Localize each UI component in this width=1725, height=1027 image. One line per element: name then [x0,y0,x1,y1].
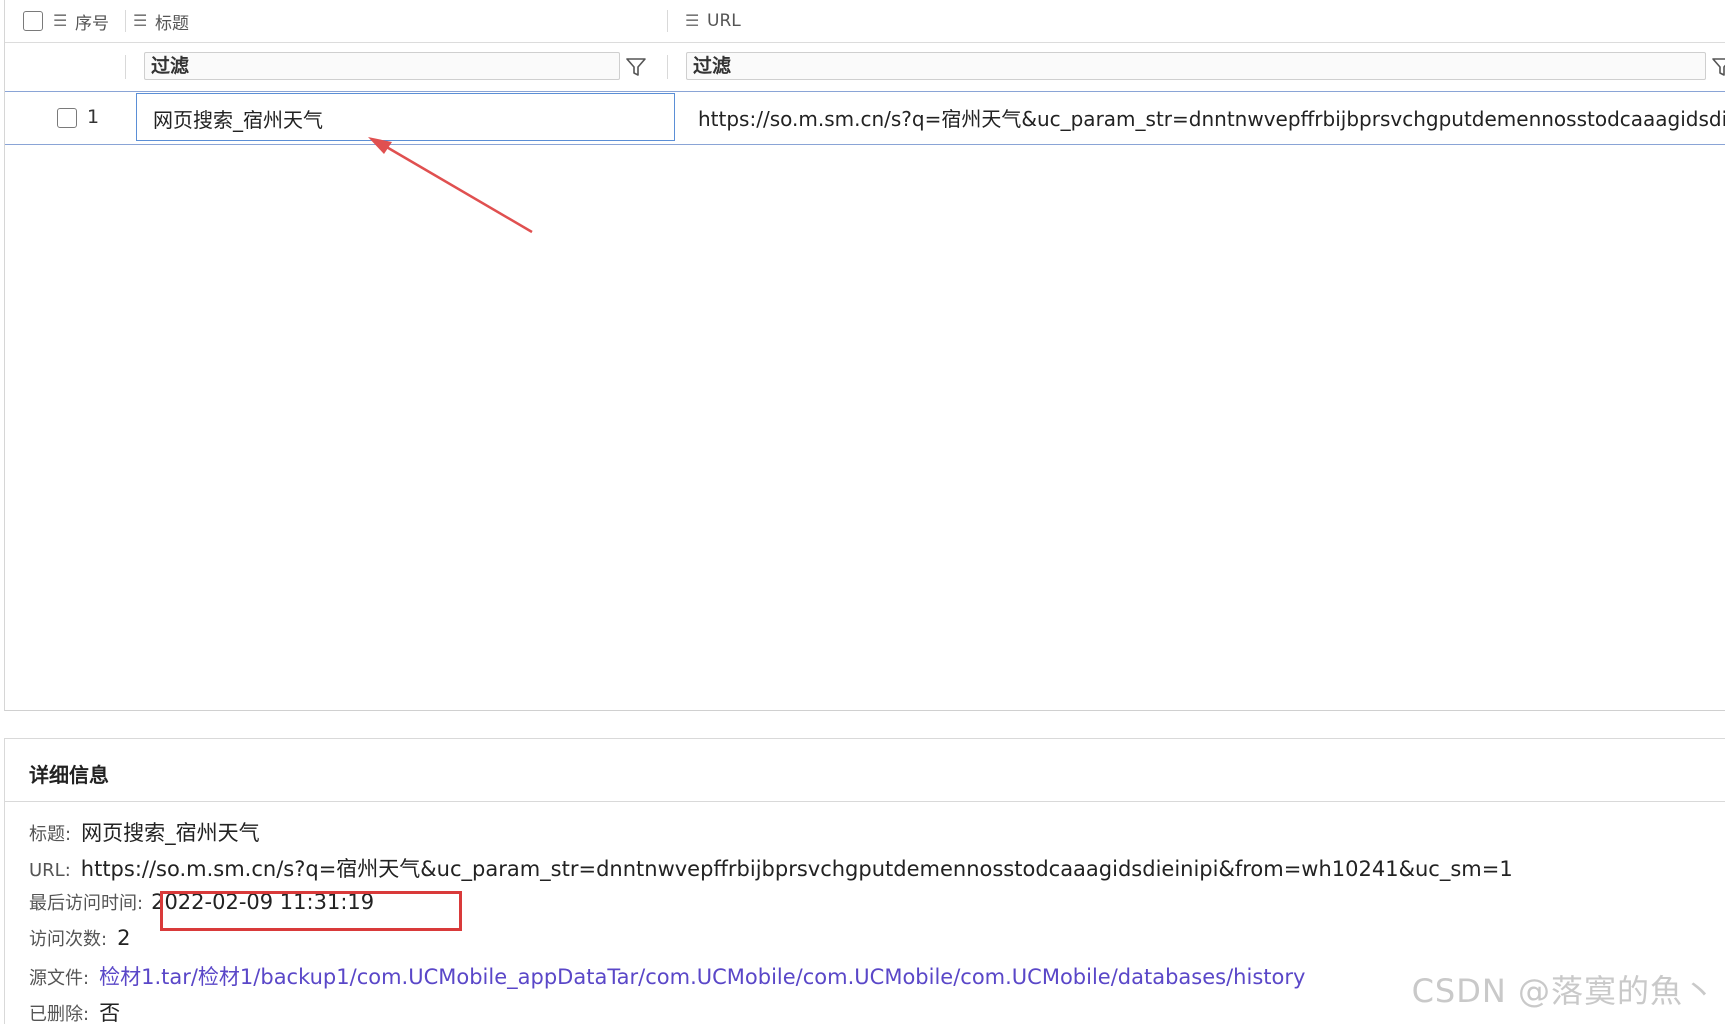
detail-heading: 详细信息 [29,763,109,787]
filter-row: 过滤 过滤 [5,43,1725,92]
detail-last-visit-label: 最后访问时间: [29,893,144,914]
history-grid: ☰ 序号 ☰ 标题 ☰ URL 过滤 过滤 1 网页搜索_宿州天气 https:… [4,0,1725,711]
row-title-cell[interactable]: 网页搜索_宿州天气 [136,93,675,141]
grid-header: ☰ 序号 ☰ 标题 ☰ URL [5,0,1725,43]
detail-title-value: 网页搜索_宿州天气 [81,821,260,845]
detail-source-file-link[interactable]: 检材1.tar/检材1/backup1/com.UCMobile_appData… [99,961,1305,991]
timestamp-highlight-box [160,891,462,931]
list-icon: ☰ [53,11,68,30]
detail-visit-count-label: 访问次数: [29,929,108,950]
list-icon: ☰ [133,11,148,30]
detail-visit-count-field: 访问次数: 2 [29,925,130,951]
column-header-index-label: 序号 [75,13,109,34]
detail-source-file-label: 源文件: [29,968,90,989]
watermark: CSDN @落寞的魚丶 [1411,972,1716,1010]
detail-title-field: 标题: 网页搜索_宿州天气 [29,817,260,847]
row-checkbox[interactable] [57,108,77,128]
select-all-checkbox[interactable] [23,0,43,42]
column-header-url[interactable]: ☰ URL [685,0,741,42]
column-header-url-label: URL [707,11,741,31]
detail-url-label: URL: [29,860,71,881]
column-header-index[interactable]: ☰ 序号 [53,0,109,42]
url-filter-input[interactable]: 过滤 [686,52,1706,80]
detail-title-label: 标题: [29,824,72,845]
title-filter-input[interactable]: 过滤 [144,52,620,80]
column-header-title[interactable]: ☰ 标题 [133,0,189,42]
list-icon: ☰ [685,11,700,30]
title-filter-icon[interactable] [625,56,647,78]
row-index: 1 [87,106,100,128]
row-url-cell[interactable]: https://so.m.sm.cn/s?q=宿州天气&uc_param_str… [693,93,1725,141]
detail-source-file-field: 源文件: 检材1.tar/检材1/backup1/com.UCMobile_ap… [29,961,1305,991]
column-header-title-label: 标题 [155,13,189,34]
url-filter-icon[interactable] [1711,56,1725,78]
table-row[interactable]: 1 网页搜索_宿州天气 https://so.m.sm.cn/s?q=宿州天气&… [5,92,1725,145]
detail-visit-count-value: 2 [117,926,131,950]
detail-deleted-label: 已删除: [29,1004,90,1025]
detail-divider [5,801,1725,802]
detail-panel: 详细信息 标题: 网页搜索_宿州天气 URL: https://so.m.sm.… [4,738,1725,1025]
detail-url-value: https://so.m.sm.cn/s?q=宿州天气&uc_param_str… [80,857,1513,881]
detail-url-field: URL: https://so.m.sm.cn/s?q=宿州天气&uc_para… [29,853,1513,883]
